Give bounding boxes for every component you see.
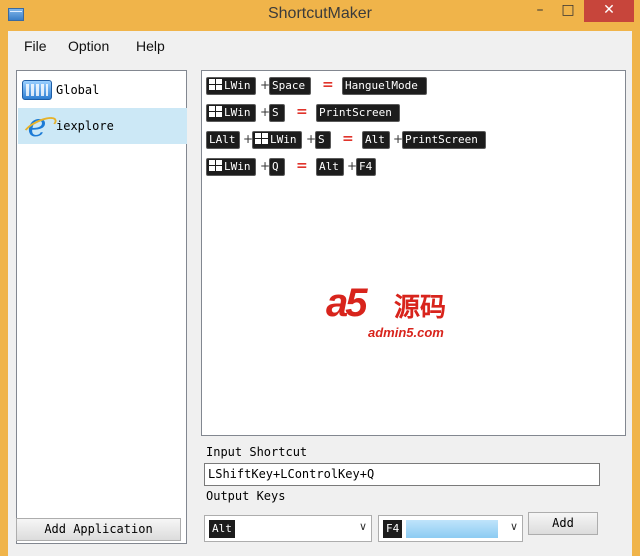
key-token: Alt (316, 158, 344, 176)
chevron-down-icon: ∨ (509, 520, 518, 533)
key-label: LWin (224, 160, 251, 173)
application-list: Global e iexplore (16, 70, 187, 544)
key-token: Space (269, 77, 311, 95)
menu-help[interactable]: Help (136, 38, 165, 54)
menu-bar: File Option Help (8, 31, 632, 61)
key-token: Q (269, 158, 285, 176)
watermark-chinese: 源码 (394, 293, 447, 323)
watermark-logo: a5 源码 admin5.com (326, 281, 486, 341)
watermark-site: admin5.com (368, 325, 444, 340)
key-token: LWin (206, 158, 256, 176)
key-token: F4 (356, 158, 376, 176)
key-token: HanguelMode (342, 77, 427, 95)
key-token: LWin (206, 104, 256, 122)
windows-logo-icon (209, 106, 222, 117)
selected-key: F4 (383, 520, 403, 538)
input-shortcut-label: Input Shortcut (206, 445, 308, 459)
key-token: S (315, 131, 331, 149)
key-token: LWin (206, 77, 256, 95)
key-token: S (269, 104, 285, 122)
internet-explorer-icon: e (22, 109, 52, 142)
shortcut-mapping-list: LWin + Space = HanguelMode LWin + S = Pr… (201, 70, 626, 436)
selection-highlight (406, 520, 498, 538)
key-token: LAlt (206, 131, 240, 149)
equals-sign: = (296, 104, 308, 120)
client-area: File Option Help Global e iexplore Add A… (8, 31, 632, 556)
output-keys-label: Output Keys (206, 489, 286, 503)
windows-logo-icon (209, 79, 222, 90)
output-key-select-1[interactable]: Alt ∨ (204, 515, 372, 542)
maximize-button[interactable]: □ (554, 0, 582, 22)
title-bar[interactable]: ShortcutMaker – □ ✕ (0, 0, 640, 30)
key-label: LWin (224, 79, 251, 92)
close-button[interactable]: ✕ (584, 0, 634, 22)
watermark-brand: a5 (326, 281, 367, 325)
key-label: LWin (270, 133, 297, 146)
application-label: Global (56, 83, 100, 97)
menu-option[interactable]: Option (68, 38, 109, 54)
input-shortcut-field[interactable]: LShiftKey+LControlKey+Q (204, 463, 600, 486)
keyboard-icon (22, 80, 52, 100)
shortcutmaker-window: ShortcutMaker – □ ✕ File Option Help Glo… (0, 0, 640, 556)
equals-sign: = (342, 131, 354, 147)
equals-sign: = (296, 158, 308, 174)
equals-sign: = (322, 77, 334, 93)
key-token: PrintScreen (402, 131, 486, 149)
application-label: iexplore (56, 119, 114, 133)
application-item-global[interactable]: Global (18, 72, 187, 108)
menu-file[interactable]: File (24, 38, 47, 54)
windows-logo-icon (255, 133, 268, 144)
output-key-select-2[interactable]: F4 ∨ (378, 515, 523, 542)
chevron-down-icon: ∨ (358, 520, 367, 533)
key-token: Alt (362, 131, 390, 149)
windows-logo-icon (209, 160, 222, 171)
minimize-button[interactable]: – (526, 0, 554, 22)
selected-key: Alt (209, 520, 235, 538)
key-token: PrintScreen (316, 104, 400, 122)
key-label: LWin (224, 106, 251, 119)
application-item-iexplore[interactable]: e iexplore (18, 108, 187, 144)
key-token: LWin (252, 131, 302, 149)
add-application-button[interactable]: Add Application (16, 518, 181, 541)
add-button[interactable]: Add (528, 512, 598, 535)
